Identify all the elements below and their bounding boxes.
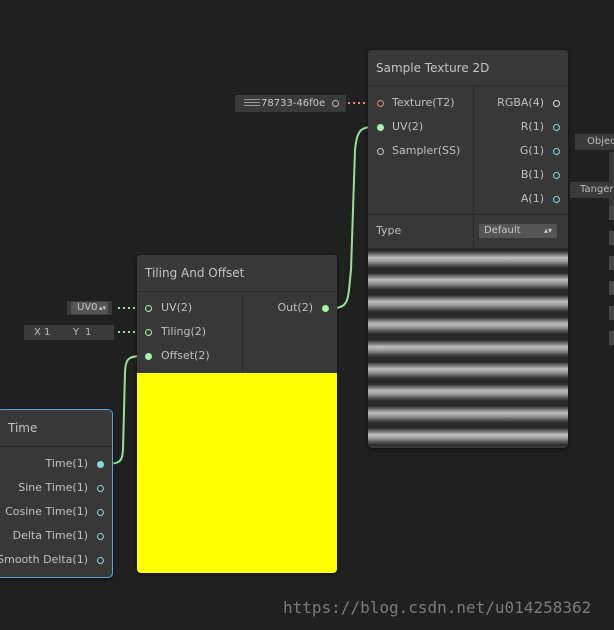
texture-preview (368, 248, 568, 446)
texture-thumbnail-icon (244, 99, 260, 108)
time-node-title[interactable]: Time (0, 410, 112, 447)
uv-input-label: UV(2) (161, 301, 193, 314)
r-output-port[interactable] (553, 124, 560, 131)
tiling-x-value[interactable]: 1 (44, 326, 50, 340)
rgba-output-label: RGBA(4) (497, 96, 544, 109)
sampler-input-label: Sampler(SS) (392, 144, 461, 157)
texture-input-port[interactable] (377, 100, 384, 107)
sample-texture-title[interactable]: Sample Texture 2D (368, 50, 568, 86)
uv-input-port[interactable] (377, 124, 384, 131)
g-output-label: G(1) (519, 144, 544, 157)
tiling-and-offset-node[interactable]: Tiling And Offset UV(2) Tiling(2) Offset… (137, 255, 337, 573)
inputs-divider (242, 293, 243, 372)
offset-input-port[interactable] (145, 353, 152, 360)
uv-channel-value: UV0 (77, 302, 98, 313)
settings-divider (368, 214, 568, 215)
b-output-label: B(1) (520, 168, 544, 181)
b-output-port[interactable] (553, 172, 560, 179)
offset-input-label: Offset(2) (161, 349, 210, 362)
texture-asset-field[interactable]: 78733-46f0e (235, 95, 346, 112)
uv-dropdown-arrow-icon: ▴▾ (99, 304, 107, 312)
type-dropdown[interactable]: Default ▴▾ (479, 224, 557, 238)
delta-time-output-port[interactable] (97, 533, 104, 540)
sine-time-output-label: Sine Time(1) (18, 481, 88, 494)
tiling-y-label: Y (73, 327, 80, 338)
inputs-divider (473, 87, 474, 262)
smooth-delta-output-label: Smooth Delta(1) (0, 553, 88, 566)
texture-field-value: 78733-46f0e (261, 98, 326, 109)
time-node[interactable]: Time Time(1) Sine Time(1) Cosine Time(1)… (0, 409, 113, 578)
uv-input-port[interactable] (145, 305, 152, 312)
sine-time-output-port[interactable] (97, 485, 104, 492)
dropdown-arrow-icon: ▴▾ (543, 226, 552, 235)
texture-input-label: Texture(T2) (392, 96, 455, 109)
tiling-preview (137, 373, 337, 573)
sample-texture-2d-node[interactable]: Sample Texture 2D Texture(T2) UV(2) Samp… (368, 50, 568, 448)
rgba-output-port[interactable] (553, 100, 560, 107)
smooth-delta-output-port[interactable] (97, 557, 104, 564)
a-output-label: A(1) (520, 192, 544, 205)
time-output-label: Time(1) (45, 457, 88, 470)
g-output-port[interactable] (553, 148, 560, 155)
object-space-value: Objec (587, 136, 614, 147)
time-output-port[interactable] (97, 461, 104, 468)
cosine-time-output-port[interactable] (97, 509, 104, 516)
object-space-field[interactable]: Objec (575, 134, 614, 150)
tiling-and-offset-title[interactable]: Tiling And Offset (137, 255, 337, 292)
uv-input-label: UV(2) (392, 120, 424, 133)
tiling-input-port[interactable] (145, 329, 152, 336)
right-edge-field-stubs (609, 206, 614, 346)
delta-time-output-label: Delta Time(1) (12, 529, 88, 542)
r-output-label: R(1) (520, 120, 544, 133)
out-output-label: Out(2) (277, 301, 313, 314)
tiling-vector-field[interactable]: X 1 Y 1 (24, 325, 114, 340)
tiling-y-value[interactable]: 1 (85, 326, 91, 340)
cosine-time-output-label: Cosine Time(1) (5, 505, 88, 518)
tangent-space-field[interactable]: Tanger (570, 182, 614, 198)
watermark: https://blog.csdn.net/u014258362 (283, 598, 592, 617)
out-output-port[interactable] (322, 305, 329, 312)
tangent-space-value: Tanger (580, 184, 614, 195)
type-dropdown-value: Default (484, 225, 521, 236)
a-output-port[interactable] (553, 196, 560, 203)
type-label: Type (376, 224, 402, 237)
tiling-input-label: Tiling(2) (161, 325, 207, 338)
tiling-x-label: X (34, 327, 41, 338)
object-picker-icon[interactable] (332, 100, 339, 107)
uv-channel-dropdown[interactable]: UV0 ▴▾ (67, 301, 112, 315)
sampler-input-port[interactable] (377, 148, 384, 155)
